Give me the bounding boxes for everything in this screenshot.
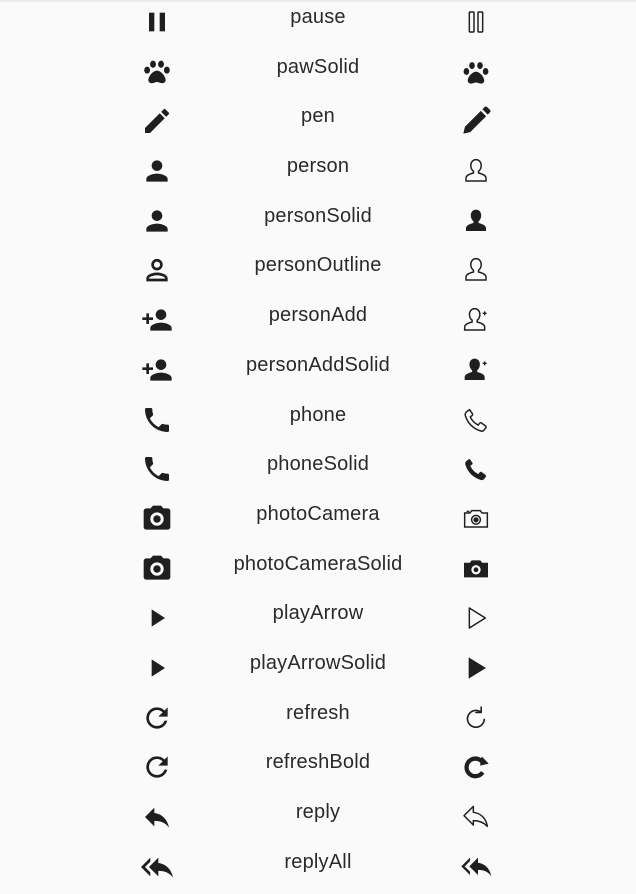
list-item[interactable]: personSolid xyxy=(0,199,636,249)
camera-outline-icon xyxy=(458,501,494,537)
list-item[interactable]: phone xyxy=(0,398,636,448)
refresh-bold-icon xyxy=(458,749,494,785)
phone-outline-icon xyxy=(458,402,494,438)
list-item[interactable]: playArrow xyxy=(0,596,636,646)
list-item[interactable]: person xyxy=(0,149,636,199)
icon-name-label: personOutline xyxy=(254,254,382,277)
icon-name-label: playArrow xyxy=(272,602,364,625)
play-solid-icon xyxy=(458,650,494,686)
list-item[interactable]: photoCameraSolid xyxy=(0,547,636,597)
list-item[interactable]: pawSolid xyxy=(0,50,636,100)
icon-name-label: pawSolid xyxy=(276,55,360,78)
phone-icon xyxy=(139,451,175,487)
icon-name-label: pen xyxy=(301,105,335,128)
icon-name-label: reply xyxy=(295,801,341,823)
list-item[interactable]: playArrowSolid xyxy=(0,646,636,696)
play-icon xyxy=(139,600,175,636)
reply-outline-icon xyxy=(458,799,494,835)
icon-name-label: pause xyxy=(290,6,346,28)
refresh-icon xyxy=(139,700,175,736)
list-item[interactable]: reply xyxy=(0,795,636,845)
list-item[interactable]: refresh xyxy=(0,696,636,746)
person-outline-icon xyxy=(458,153,494,189)
pause-outline-icon xyxy=(458,4,494,40)
refresh-icon xyxy=(139,749,175,785)
pen-icon xyxy=(139,103,175,139)
pause-icon xyxy=(139,4,175,40)
list-item[interactable]: replyAll xyxy=(0,845,636,894)
icon-name-label: replyAll xyxy=(284,850,352,873)
icon-name-label: photoCamera xyxy=(256,502,380,525)
icon-name-label: playArrowSolid xyxy=(249,651,387,674)
reply-icon xyxy=(139,799,175,835)
person-icon xyxy=(139,153,175,189)
paw-icon xyxy=(139,54,175,90)
list-item[interactable]: personOutline xyxy=(0,248,636,298)
list-item[interactable]: personAddSolid xyxy=(0,348,636,398)
list-item[interactable]: phoneSolid xyxy=(0,447,636,497)
phone-icon xyxy=(139,402,175,438)
camera-icon xyxy=(139,551,175,587)
person-add-icon xyxy=(139,352,175,388)
icon-name-label: person xyxy=(286,155,350,178)
icon-name-label: personAdd xyxy=(268,304,368,327)
play-outline-icon xyxy=(458,600,494,636)
icon-name-label: personAddSolid xyxy=(245,353,390,376)
icon-name-label: phoneSolid xyxy=(266,453,370,476)
person-outline-icon xyxy=(458,252,494,288)
icon-name-label: photoCameraSolid xyxy=(233,552,403,575)
paw-solid-icon xyxy=(458,54,494,90)
phone-solid-icon xyxy=(458,451,494,487)
list-item[interactable]: photoCamera xyxy=(0,497,636,547)
person-outline-icon xyxy=(139,252,175,288)
list-item[interactable]: personAdd xyxy=(0,298,636,348)
icon-name-label: personSolid xyxy=(264,204,372,227)
person-add-solid-icon xyxy=(458,352,494,388)
person-add-outline-icon xyxy=(458,302,494,338)
person-icon xyxy=(139,203,175,239)
icon-name-label: phone xyxy=(289,403,347,426)
icon-name-label: refresh xyxy=(286,701,350,724)
icon-name-label: refreshBold xyxy=(265,751,371,774)
pen-solid-icon xyxy=(458,103,494,139)
camera-solid-icon xyxy=(458,551,494,587)
reply-all-icon xyxy=(139,849,175,885)
list-item[interactable]: refreshBold xyxy=(0,745,636,795)
camera-icon xyxy=(139,501,175,537)
refresh-thin-icon xyxy=(458,700,494,736)
person-solid-icon xyxy=(458,203,494,239)
list-item[interactable]: pause xyxy=(0,0,636,50)
person-add-icon xyxy=(139,302,175,338)
play-icon xyxy=(139,650,175,686)
reply-all-solid-icon xyxy=(458,849,494,885)
list-item[interactable]: pen xyxy=(0,99,636,149)
icon-list: pause pawSolid pen person personSolid pe… xyxy=(0,0,636,894)
